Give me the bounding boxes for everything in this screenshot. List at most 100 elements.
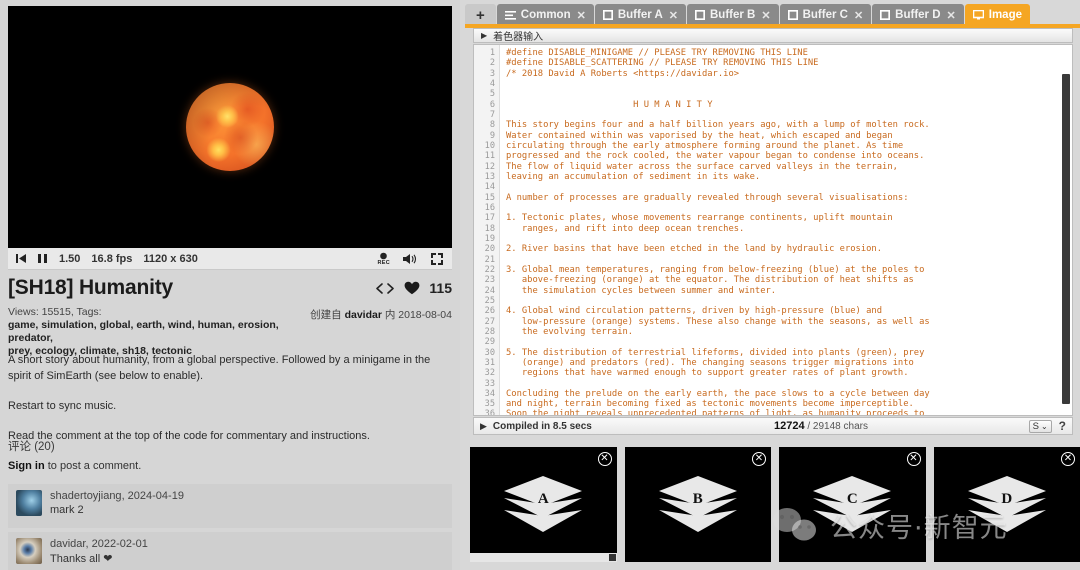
record-icon[interactable]: REC xyxy=(377,252,390,266)
close-icon[interactable]: ✕ xyxy=(752,452,766,466)
line-number: 35 xyxy=(484,399,495,410)
line-number: 33 xyxy=(484,378,495,389)
buffer-layers-icon: C xyxy=(809,474,895,536)
code-line: Water contained within was vaporised by … xyxy=(506,130,893,141)
channel-letter: B xyxy=(692,490,703,507)
tab-common[interactable]: Common ✕ xyxy=(496,4,594,26)
tab-label: Buffer D xyxy=(895,9,941,21)
description-paragraph-2: Restart to sync music. xyxy=(8,400,117,412)
line-number: 22 xyxy=(484,264,495,275)
channel-slot-d[interactable]: ✕ D xyxy=(933,447,1080,562)
planet-render xyxy=(186,83,274,171)
code-editor[interactable]: 1 2 3 4 5 6 7 8 9 10 11 12 13 14 15 16 17 18 19 20 21 22 23 24 2… xyxy=(473,44,1073,416)
code-line: H U M A N I T Y xyxy=(506,99,713,110)
comment-item: davidar, 2022-02-01 Thanks all ❤ xyxy=(8,532,452,570)
comment-name-text: davidar xyxy=(50,538,86,550)
close-icon[interactable]: ✕ xyxy=(947,9,956,22)
comment-author[interactable]: shadertoyjiang, 2024-04-19 xyxy=(50,490,184,502)
help-icon[interactable]: ? xyxy=(1059,419,1066,433)
shader-select-dropdown[interactable]: S ⌄ xyxy=(1028,419,1052,433)
shader-canvas[interactable] xyxy=(8,6,452,248)
shader-detail-pane: 1.50 16.8 fps 1120 x 630 REC [SH18] Huma… xyxy=(0,0,460,570)
add-tab-button[interactable]: + xyxy=(465,4,496,26)
code-line: This story begins four and a half billio… xyxy=(506,120,930,131)
scrollbar-grip[interactable] xyxy=(609,554,616,561)
tab-label: Buffer C xyxy=(802,9,848,21)
code-line: (orange) and predators (red). The changi… xyxy=(506,357,914,368)
tab-buffer-c[interactable]: Buffer C ✕ xyxy=(779,4,872,26)
tags-line-1[interactable]: game, simulation, global, earth, wind, h… xyxy=(8,319,279,344)
tab-image[interactable]: Image xyxy=(964,4,1031,26)
code-line: the simulation cycles between summer and… xyxy=(506,285,777,296)
player-time: 1.50 xyxy=(59,252,81,265)
comments-header: 评论 (20) xyxy=(8,441,55,453)
close-icon[interactable]: ✕ xyxy=(669,9,678,22)
title-row: [SH18] Humanity 115 xyxy=(8,276,452,300)
line-number: 8 xyxy=(489,120,495,131)
pause-icon[interactable] xyxy=(38,253,48,264)
channel-slot-b[interactable]: ✕ B xyxy=(624,447,771,562)
line-number: 29 xyxy=(484,337,495,348)
record-label: REC xyxy=(377,259,390,266)
tab-buffer-b[interactable]: Buffer B ✕ xyxy=(686,4,779,26)
line-number: 4 xyxy=(489,78,495,89)
tab-buffer-d[interactable]: Buffer D ✕ xyxy=(872,4,964,26)
shader-inputs-panel[interactable]: ▶ 着色器输入 xyxy=(473,28,1073,43)
chevron-right-icon[interactable]: ▶ xyxy=(480,421,487,432)
close-icon[interactable]: ✕ xyxy=(761,9,770,22)
close-icon[interactable]: ✕ xyxy=(854,9,863,22)
line-number: 28 xyxy=(484,326,495,337)
channel-slot-a[interactable]: ✕ A xyxy=(470,447,617,562)
char-count: 12724 / 29148 chars xyxy=(774,420,868,432)
meta-row: Views: 15515, Tags: game, simulation, gl… xyxy=(8,306,452,358)
page-title: [SH18] Humanity xyxy=(8,276,174,299)
line-number: 20 xyxy=(484,244,495,255)
char-count-used: 12724 xyxy=(774,420,805,432)
close-icon[interactable]: ✕ xyxy=(577,9,586,22)
close-icon[interactable]: ✕ xyxy=(597,452,612,466)
code-line: The flow of liquid water across the surf… xyxy=(506,161,898,172)
line-number: 6 xyxy=(489,99,495,110)
line-number: 25 xyxy=(484,295,495,306)
channel-letter: A xyxy=(537,490,549,507)
buffer-layers-icon: B xyxy=(655,474,741,536)
volume-icon[interactable] xyxy=(403,253,418,265)
code-line: #define DISABLE_SCATTERING // PLEASE TRY… xyxy=(506,58,819,69)
comment-item: shadertoyjiang, 2024-04-19 mark 2 xyxy=(8,484,452,528)
close-icon[interactable]: ✕ xyxy=(1061,452,1075,466)
editor-tabbar: + Common ✕ Buffer A ✕ Buffer B ✕ Buffer C ✕ Buffe… xyxy=(465,2,1080,26)
fullscreen-icon[interactable] xyxy=(431,252,443,265)
line-number: 23 xyxy=(484,275,495,286)
line-number: 11 xyxy=(484,151,495,162)
close-icon[interactable]: ✕ xyxy=(906,452,921,466)
code-embed-icon[interactable] xyxy=(375,282,395,294)
description-paragraph-3: Read the comment at the top of the code … xyxy=(8,430,370,442)
heart-icon[interactable] xyxy=(404,281,420,295)
channel-scrollbar[interactable] xyxy=(470,553,617,562)
line-number: 21 xyxy=(484,254,495,265)
char-count-total: / 29148 chars xyxy=(804,421,868,432)
comment-author[interactable]: davidar, 2022-02-01 xyxy=(50,538,148,550)
created-prefix: 创建自 xyxy=(310,309,342,321)
code-scrollbar-thumb[interactable] xyxy=(1062,74,1070,404)
avatar[interactable] xyxy=(16,538,42,564)
code-text[interactable]: #define DISABLE_MINIGAME // PLEASE TRY R… xyxy=(500,45,1072,415)
tab-label: Buffer A xyxy=(617,9,663,21)
channel-slot-c[interactable]: ✕ C xyxy=(779,447,926,562)
tab-buffer-a[interactable]: Buffer A ✕ xyxy=(594,4,686,26)
line-number: 9 xyxy=(489,130,495,141)
signin-link[interactable]: Sign in xyxy=(8,460,45,472)
avatar[interactable] xyxy=(16,490,42,516)
line-number: 12 xyxy=(484,161,495,172)
code-scrollbar-track[interactable] xyxy=(1062,46,1071,415)
skip-back-icon[interactable] xyxy=(16,253,27,264)
line-number: 2 xyxy=(489,58,495,69)
code-line: Concluding the prelude on the early eart… xyxy=(506,388,930,399)
author-link[interactable]: davidar xyxy=(345,309,382,321)
player-toolbar: 1.50 16.8 fps 1120 x 630 REC xyxy=(8,248,452,270)
tab-label: Image xyxy=(988,9,1023,21)
